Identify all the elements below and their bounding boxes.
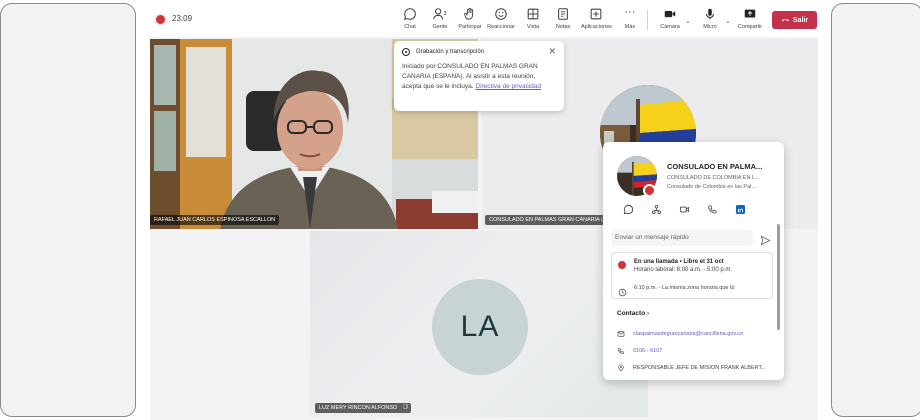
smile-icon [486, 7, 516, 22]
send-icon[interactable] [760, 233, 771, 251]
mail-icon [617, 331, 625, 337]
react-button[interactable]: Reaccionar [486, 7, 516, 35]
card-scrollbar[interactable] [777, 224, 780, 330]
availability-panel: En una llamada • Libre el 31 oct Horario… [611, 252, 773, 299]
add-icon [581, 7, 611, 22]
close-icon[interactable]: ✕ [548, 46, 556, 57]
contact-actions [621, 202, 771, 216]
video-call-icon[interactable] [679, 202, 691, 214]
contact-email[interactable]: claspalmasdegrancanaria@cancilleria.gov.… [633, 331, 743, 337]
camera-button[interactable]: Cámara [655, 7, 685, 35]
participant-name-label: LUZ MERY RINCON ALFONSO 🎙̸ [315, 403, 412, 413]
location-icon [618, 364, 624, 372]
contact-role: RESPONSABLE JEFE DE MISION FRANK ALBERT.… [633, 365, 766, 371]
toolbar-divider [647, 10, 648, 30]
camera-options-chevron-icon[interactable]: ⌄ [685, 17, 691, 25]
privacy-policy-link[interactable]: Directiva de privacidad [475, 83, 541, 90]
share-icon [735, 7, 765, 22]
more-icon: ··· [624, 6, 636, 18]
participant-initials-tile[interactable]: LA LUZ MERY RINCON ALFONSO 🎙̸ [310, 231, 648, 417]
meeting-timer: 23:09 [172, 14, 193, 23]
apps-button[interactable]: Aplicaciones [581, 7, 612, 35]
chat-icon[interactable] [623, 202, 635, 215]
people-icon: 3 [425, 7, 455, 22]
participant-initials-avatar: LA [432, 279, 528, 375]
phone-icon [617, 347, 625, 354]
working-hours: Horario laboral: 8:00 a.m. - 5:00 p.m. [634, 267, 733, 273]
quick-message-input[interactable]: Enviar un mensaje rápido [611, 230, 753, 246]
more-button[interactable]: ··· Más [615, 7, 645, 35]
mic-button[interactable]: Micro [695, 7, 725, 35]
local-time: 6:10 p.m. - La misma zona horaria que tú [634, 285, 735, 291]
raise-hand-icon [455, 7, 485, 22]
contact-card: CONSULADO EN PALMA... CONSULADO DE COLOM… [603, 142, 784, 380]
notes-button[interactable]: Notas [548, 7, 578, 35]
leave-button[interactable]: Salir [772, 11, 817, 29]
mic-options-chevron-icon[interactable]: ⌄ [725, 17, 731, 25]
meeting-toolbar: 23:09 Chat 3 Gente Participar Reaccionar… [150, 3, 820, 37]
status-text: En una llamada • Libre el 31 oct [634, 259, 724, 265]
presence-busy-icon [643, 184, 656, 197]
share-button[interactable]: Compartir [735, 7, 765, 35]
clock-icon [618, 284, 627, 302]
linkedin-icon[interactable] [735, 202, 747, 214]
view-button[interactable]: Vista [518, 7, 548, 35]
presence-busy-icon [618, 261, 626, 269]
contact-phone[interactable]: 6106 - 6107 [633, 348, 662, 354]
participant-name-label: RAFAEL JUAN CARLOS ESPINOSA ESCALLON [150, 215, 280, 225]
recording-icon [402, 48, 410, 56]
chevron-right-icon: › [646, 310, 650, 317]
chat-button[interactable]: Chat [395, 7, 425, 35]
people-button[interactable]: 3 Gente [425, 7, 455, 35]
contact-subtitle: Consulado de Colombia en las Pal... [667, 184, 756, 190]
phone-hangup-icon [781, 15, 790, 26]
notes-icon [548, 7, 578, 22]
contact-name: CONSULADO EN PALMA... [667, 162, 763, 171]
mic-icon [695, 7, 725, 22]
chat-icon [395, 7, 425, 22]
camera-icon [655, 7, 685, 22]
contact-subtitle: CONSULADO DE COLOMBIA EN L... [667, 175, 760, 181]
recording-indicator-icon [156, 15, 165, 24]
mic-off-icon: 🎙̸ [402, 405, 408, 411]
left-side-panel [0, 3, 136, 417]
grid-icon [518, 7, 548, 22]
recording-notification: Grabación y transcripción ✕ Iniciado por… [394, 41, 564, 111]
phone-icon[interactable] [707, 202, 719, 214]
contact-section-header[interactable]: Contacto › [617, 310, 649, 317]
right-side-panel [831, 3, 920, 417]
raise-hand-button[interactable]: Participar [455, 7, 485, 35]
org-chart-icon[interactable] [651, 202, 663, 215]
